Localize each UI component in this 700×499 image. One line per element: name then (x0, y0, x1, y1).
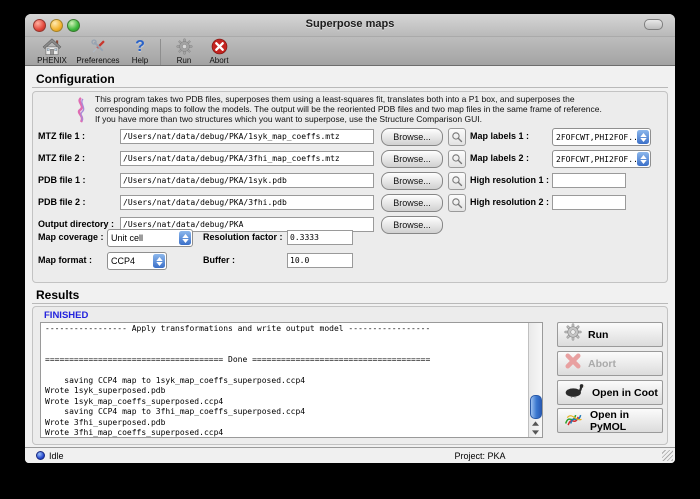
magnifier-icon (451, 175, 463, 187)
open-in-coot-button[interactable]: Open in Coot (557, 380, 663, 405)
configuration-header-rule (32, 87, 668, 88)
open-in-pymol-button[interactable]: Open in PyMOL (557, 408, 663, 433)
open-in-pymol-label: Open in PyMOL (590, 409, 662, 433)
pdb-file-1-label: PDB file 1 : (38, 175, 86, 185)
mtz-file-2-row: MTZ file 2 : Browse... Map labels 2 : 2F… (25, 150, 675, 167)
pdb-file-2-label: PDB file 2 : (38, 197, 86, 207)
mtz-file-1-input[interactable] (120, 129, 374, 144)
pdb-file-2-row: PDB file 2 : Browse... High resolution 2… (25, 194, 675, 211)
results-header-rule (32, 303, 668, 304)
status-badge: FINISHED (44, 310, 88, 321)
high-resolution-2-label: High resolution 2 : (470, 197, 549, 207)
window-title: Superpose maps (25, 18, 675, 30)
toolbar-phenix-label: PHENIX (37, 56, 67, 65)
mtz-file-1-row: MTZ file 1 : Browse... Map labels 1 : 2F… (25, 128, 675, 145)
mtz-file-1-label: MTZ file 1 : (38, 131, 85, 141)
mtz-file-2-search-button[interactable] (448, 150, 466, 168)
log-text: ----------------- Apply transformations … (41, 323, 542, 438)
abort-x-icon (564, 352, 582, 375)
pdb-file-1-search-button[interactable] (448, 172, 466, 190)
superpose-maps-window: Superpose maps PHENIX (25, 14, 675, 463)
stepper-icon (153, 254, 165, 268)
ribbon-icon (73, 96, 89, 129)
toolbar-run-button[interactable]: Run (167, 38, 201, 65)
resolution-factor-input[interactable] (287, 230, 353, 245)
map-coverage-label: Map coverage : (38, 232, 104, 242)
map-coverage-row: Map coverage : Unit cell Resolution fact… (25, 229, 675, 246)
buffer-label: Buffer : (203, 255, 235, 265)
idle-indicator-icon (36, 451, 45, 460)
pdb-file-1-input[interactable] (120, 173, 374, 188)
buffer-input[interactable] (287, 253, 353, 268)
run-button[interactable]: Run (557, 322, 663, 347)
toolbar-abort-label: Abort (209, 56, 228, 65)
stepper-icon (637, 130, 649, 144)
configuration-header: Configuration (36, 72, 115, 86)
magnifier-icon (451, 153, 463, 165)
pdb-file-2-search-button[interactable] (448, 194, 466, 212)
status-text: Idle (49, 451, 64, 461)
scroll-up-icon[interactable] (531, 419, 540, 427)
home-icon (42, 38, 62, 55)
toolbar-help-button[interactable]: ? Help (124, 38, 156, 65)
abort-icon (211, 38, 228, 55)
mtz-file-2-browse-button[interactable]: Browse... (381, 150, 443, 168)
output-directory-label: Output directory : (38, 219, 114, 229)
toolbar: PHENIX Preferences (25, 37, 675, 66)
log-scrollbar[interactable] (528, 323, 542, 437)
magnifier-icon (451, 131, 463, 143)
scrollbar-thumb[interactable] (530, 395, 542, 419)
toolbar-toggle-button[interactable] (644, 19, 663, 30)
map-labels-1-label: Map labels 1 : (470, 131, 529, 141)
map-coverage-select[interactable]: Unit cell (107, 229, 193, 247)
map-labels-1-select[interactable]: 2FOFCWT,PHI2FOF... (552, 128, 651, 146)
mtz-file-1-browse-button[interactable]: Browse... (381, 128, 443, 146)
tools-icon (89, 38, 108, 55)
stepper-icon (637, 152, 649, 166)
high-resolution-1-input[interactable] (552, 173, 626, 188)
mtz-file-2-input[interactable] (120, 151, 374, 166)
map-labels-2-label: Map labels 2 : (470, 153, 529, 163)
pdb-file-1-browse-button[interactable]: Browse... (381, 172, 443, 190)
stepper-icon (179, 231, 191, 245)
program-description: This program takes two PDB files, superp… (95, 94, 670, 124)
project-label: Project: PKA (454, 451, 505, 461)
map-format-row: Map format : CCP4 Buffer : (25, 252, 675, 269)
pymol-molecule-icon (564, 410, 584, 432)
help-icon: ? (135, 38, 145, 55)
mtz-file-2-label: MTZ file 2 : (38, 153, 85, 163)
abort-button-label: Abort (588, 358, 616, 370)
toolbar-separator (160, 39, 161, 65)
resize-grip[interactable] (662, 450, 673, 461)
toolbar-preferences-button[interactable]: Preferences (72, 38, 124, 65)
resolution-factor-label: Resolution factor : (203, 232, 283, 242)
magnifier-icon (451, 197, 463, 209)
screen-background: Superpose maps PHENIX (0, 0, 700, 499)
status-bar: Idle Project: PKA (25, 447, 675, 463)
toolbar-phenix-button[interactable]: PHENIX (32, 38, 72, 65)
coot-bird-icon (564, 383, 586, 403)
log-output[interactable]: ----------------- Apply transformations … (40, 322, 543, 438)
toolbar-run-label: Run (177, 56, 192, 65)
toolbar-help-label: Help (132, 56, 148, 65)
toolbar-abort-button[interactable]: Abort (201, 38, 237, 65)
map-labels-2-select[interactable]: 2FOFCWT,PHI2FOF... (552, 150, 651, 168)
pdb-file-1-row: PDB file 1 : Browse... High resolution 1… (25, 172, 675, 189)
abort-button[interactable]: Abort (557, 351, 663, 376)
high-resolution-2-input[interactable] (552, 195, 626, 210)
results-header: Results (36, 288, 79, 302)
gear-icon (564, 323, 582, 346)
map-format-select[interactable]: CCP4 (107, 252, 167, 270)
map-format-label: Map format : (38, 255, 92, 265)
pdb-file-2-browse-button[interactable]: Browse... (381, 194, 443, 212)
mtz-file-1-search-button[interactable] (448, 128, 466, 146)
open-in-coot-label: Open in Coot (592, 387, 658, 399)
pdb-file-2-input[interactable] (120, 195, 374, 210)
titlebar[interactable]: Superpose maps (25, 14, 675, 37)
toolbar-preferences-label: Preferences (76, 56, 119, 65)
scroll-down-icon[interactable] (531, 428, 540, 436)
gear-icon (176, 38, 193, 55)
high-resolution-1-label: High resolution 1 : (470, 175, 549, 185)
run-button-label: Run (588, 329, 608, 341)
